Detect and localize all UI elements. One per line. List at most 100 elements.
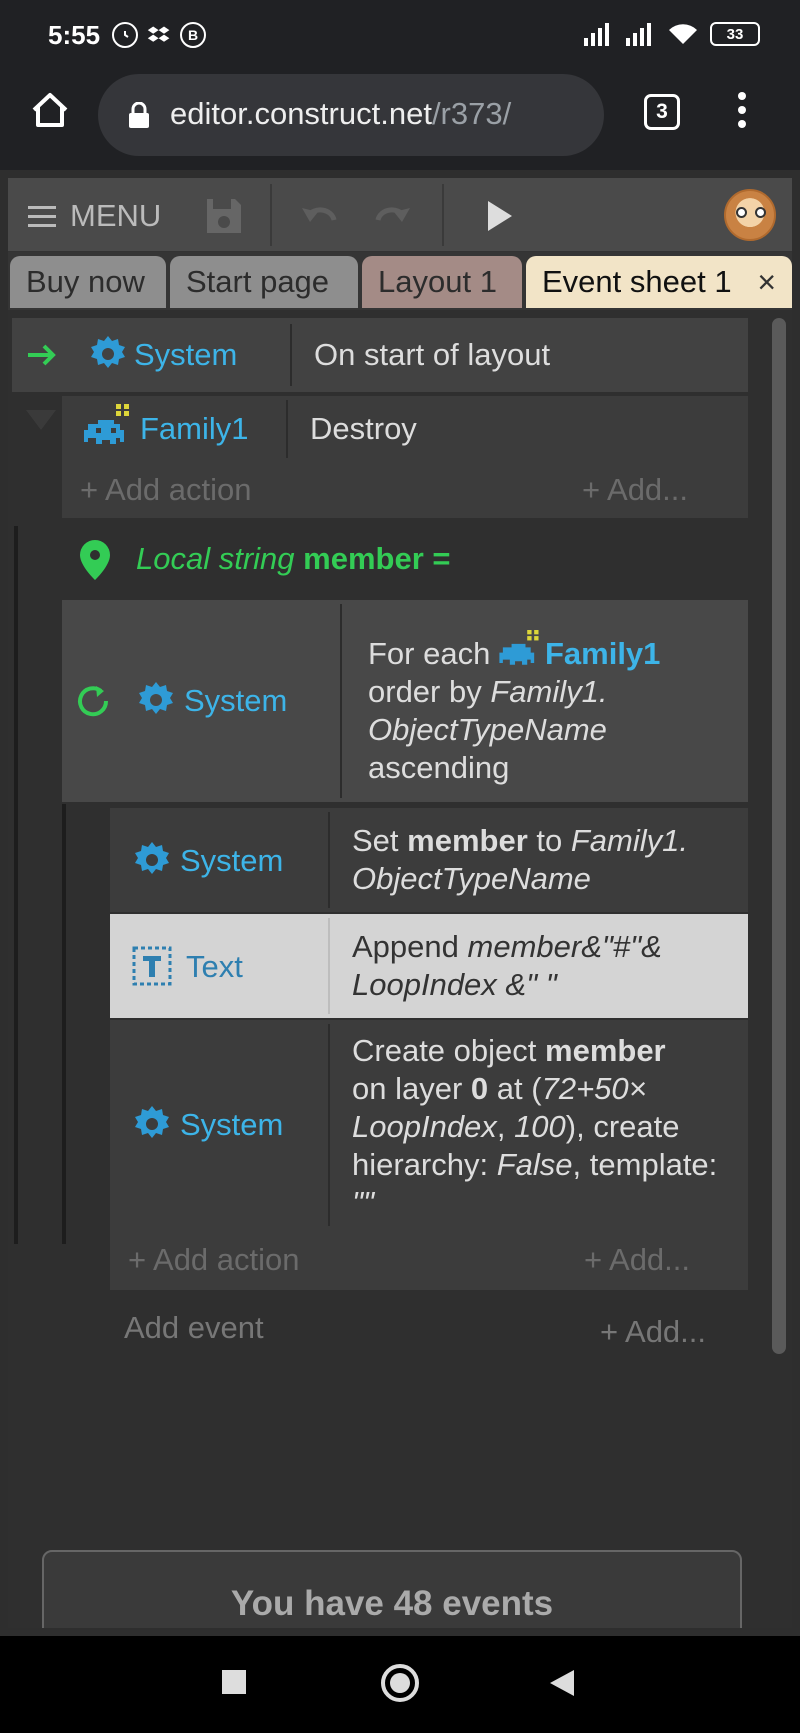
location-pin-icon [80,540,110,580]
home-icon[interactable] [28,88,72,132]
tab-switcher-button[interactable]: 3 [644,94,680,130]
add-more-label: Add... [625,1314,707,1349]
tab-event-sheet-1[interactable]: Event sheet 1 × [526,256,792,308]
add-more-label: Add... [607,472,689,507]
recents-button[interactable] [222,1670,246,1694]
play-icon[interactable] [478,196,518,236]
x-expression-cont: LoopIndex [352,1109,497,1144]
event-1-condition[interactable]: System On start of layout [12,318,748,392]
create-keyword: Create object [352,1033,537,1068]
main-menu-button[interactable]: MENU [28,196,161,236]
action-object-name: Family1 [140,411,249,446]
system-gear-icon [135,842,169,874]
tab-layout-1[interactable]: Layout 1 [362,256,522,308]
browser-menu-icon[interactable] [730,92,754,136]
toolbar-divider [270,184,272,246]
set-expression-cont: ObjectTypeName [352,861,591,896]
order-by-label: order by [368,674,482,709]
sub-event-indent-bar [62,804,66,1244]
tab-event-sheet-label: Event sheet 1 [542,264,732,299]
back-icon[interactable] [548,1668,576,1698]
action-object-name: System [180,843,284,878]
b-notification-icon: B [180,22,206,48]
collapse-triangle-icon[interactable] [26,410,56,432]
redo-icon[interactable] [372,196,412,236]
add-action-link[interactable]: + Add action [128,1242,300,1278]
add-more-label: Add... [609,1242,691,1277]
save-icon[interactable] [204,196,244,236]
user-avatar[interactable] [724,189,776,241]
event-sheet-scrollbar[interactable] [772,318,786,1354]
add-event-link[interactable]: Add event [124,1310,264,1346]
status-system-icons: 33 [584,22,760,46]
construct-editor: MENU Buy now Start page Layout 1 Event s… [8,178,792,1628]
tab-buy-now[interactable]: Buy now [10,256,166,308]
dropbox-icon [146,22,172,48]
condition-object-name: System [184,683,288,718]
create-object-var: member [545,1033,666,1068]
event-sheet: System On start of layout Family1 Destro… [8,310,792,1628]
add-more-link[interactable]: + Add... [582,472,688,508]
add-action-label: Add action [105,472,252,507]
menu-label: MENU [70,198,162,233]
local-variable-row[interactable]: Local string member = [62,528,748,592]
status-notification-icons: B [112,22,206,48]
event-2-add-row: + Add action + Add... [110,1230,748,1290]
append-action-text: Append member&"#"& LoopIndex &" " [352,928,742,1004]
signal-icon [584,23,609,46]
url-text[interactable]: editor.construct.net/r373/ [170,96,511,132]
column-divider [328,1024,330,1226]
close-tab-icon[interactable]: × [757,264,776,301]
local-variable-text: Local string member = [136,540,451,578]
column-divider [328,812,330,908]
lock-icon [129,102,149,128]
android-nav-bar [0,1636,800,1733]
create-object-action-text: Create object member on layer 0 at (72+5… [352,1032,746,1222]
action-object-name: System [180,1107,284,1142]
event-1-action[interactable]: Family1 Destroy [62,396,748,462]
add-action-link[interactable]: + Add action [80,472,252,508]
add-action-label: Add action [153,1242,300,1277]
trigger-arrow-icon [28,344,56,366]
loop-icon [78,686,109,717]
column-divider [286,400,288,458]
status-bar: 5:55 B 33 [0,0,800,70]
add-more-link[interactable]: + Add... [600,1314,706,1350]
create-keyword-2: ), create [565,1109,680,1144]
event-2-action-set[interactable]: System Set member to Family1. ObjectType… [110,808,748,912]
document-tabs: Buy now Start page Layout 1 Event sheet … [8,256,792,310]
tab-start-page[interactable]: Start page [170,256,358,308]
toolbar-divider [442,184,444,246]
text-object-icon [132,946,172,986]
event-2-condition[interactable]: System For each Family1 order by Family1… [62,600,748,802]
set-keyword: Set [352,823,399,858]
sort-order: ascending [368,750,510,785]
event-2-action-create[interactable]: System Create object member on layer 0 a… [110,1020,748,1230]
condition-object-name: System [134,337,238,372]
add-more-link[interactable]: + Add... [584,1242,690,1278]
family-invader-icon [84,404,129,444]
append-keyword: Append [352,929,459,964]
signal-icon [626,23,651,46]
condition-text: On start of layout [314,337,551,372]
order-by-expression: Family1. [490,674,608,709]
for-each-label: For each [368,636,491,671]
home-button[interactable] [381,1664,419,1702]
hierarchy-value: False [496,1147,573,1182]
browser-toolbar: editor.construct.net/r373/ 3 [0,70,800,170]
event-1-add-row: + Add action + Add... [62,462,748,518]
to-keyword: to [536,823,563,858]
y-value: 100 [514,1109,566,1144]
set-variable: member [407,823,528,858]
layer-keyword: on layer [352,1071,463,1106]
events-count-text: You have 48 events [230,1584,554,1623]
url-host: editor.construct.net [170,96,432,131]
address-bar[interactable]: editor.construct.net/r373/ [98,74,604,156]
action-object-name: Text [186,949,243,984]
system-gear-icon [91,336,125,368]
event-2-action-append[interactable]: Text Append member&"#"& LoopIndex &" " [110,914,748,1018]
url-path: /r373/ [431,96,512,131]
undo-icon[interactable] [300,196,340,236]
local-variable-name: member [303,541,424,576]
local-variable-equals: = [432,541,451,576]
